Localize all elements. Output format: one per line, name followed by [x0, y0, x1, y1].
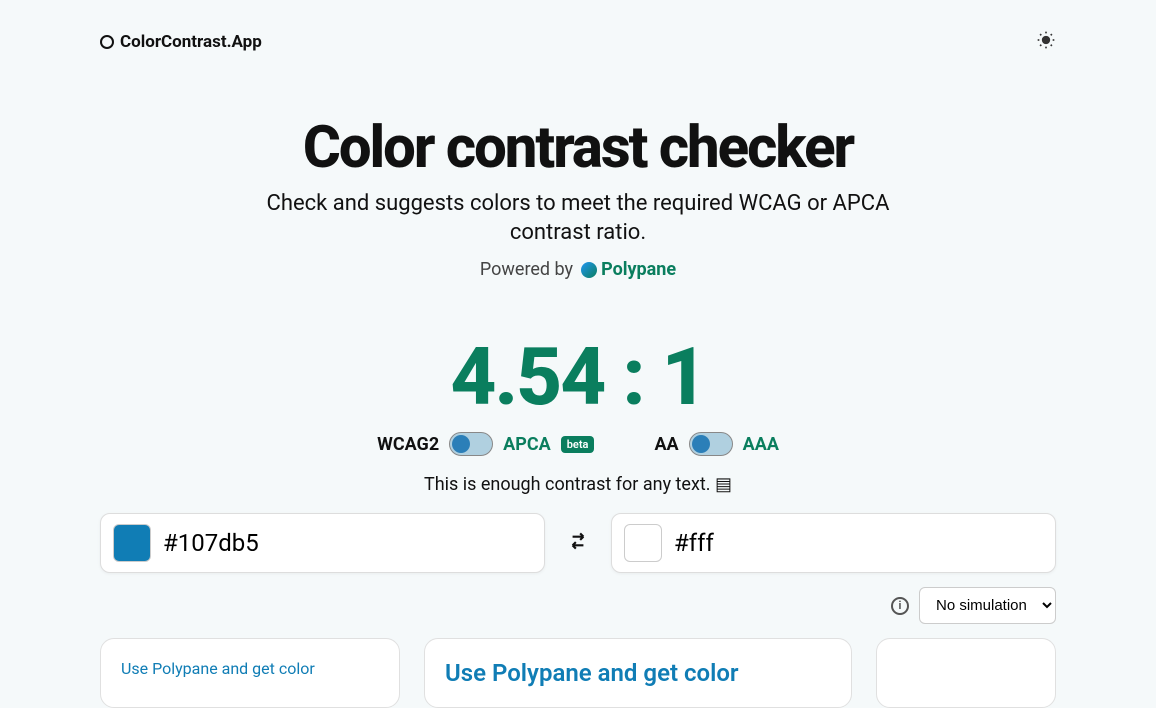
wcag2-label: WCAG2 — [377, 434, 439, 455]
app-logo[interactable]: ColorContrast.App — [100, 32, 262, 52]
preview-card-small: Use Polypane and get color — [100, 638, 400, 708]
algorithm-toggle-group: WCAG2 APCA beta — [377, 432, 594, 456]
background-color-field[interactable] — [611, 513, 1056, 573]
powered-by: Powered by Polypane — [0, 259, 1156, 280]
algorithm-toggle[interactable] — [449, 432, 493, 456]
page-subtitle: Check and suggests colors to meet the re… — [228, 190, 928, 247]
aaa-label: AAA — [743, 434, 779, 455]
swap-colors-button[interactable] — [565, 528, 591, 558]
powered-by-text: Powered by — [480, 259, 573, 280]
foreground-input[interactable] — [163, 529, 532, 557]
level-toggle-group: AA AAA — [654, 432, 778, 456]
sun-icon — [1036, 30, 1056, 50]
preview-card-side — [876, 638, 1056, 708]
preview-text-large: Use Polypane and get color — [445, 659, 739, 687]
polypane-link[interactable]: Polypane — [581, 259, 676, 280]
polypane-icon — [581, 262, 597, 278]
contrast-icon — [100, 35, 114, 49]
apca-label: APCA — [503, 434, 551, 455]
simulation-select[interactable]: No simulation — [919, 587, 1056, 624]
status-text: This is enough contrast for any text. — [424, 474, 711, 495]
background-input[interactable] — [674, 529, 1043, 557]
polypane-label: Polypane — [601, 259, 676, 280]
app-name: ColorContrast.App — [120, 32, 262, 52]
text-size-icon: ▤ — [715, 474, 732, 495]
info-icon[interactable]: i — [891, 597, 909, 615]
preview-card-large: Use Polypane and get color — [424, 638, 852, 708]
preview-text-small: Use Polypane and get color — [121, 659, 315, 678]
background-swatch[interactable] — [624, 524, 662, 562]
page-title: Color contrast checker — [0, 114, 1156, 182]
level-toggle[interactable] — [689, 432, 733, 456]
aa-label: AA — [654, 434, 678, 455]
theme-toggle[interactable] — [1036, 30, 1056, 54]
beta-badge: beta — [561, 436, 595, 453]
swap-icon — [565, 528, 591, 554]
foreground-swatch[interactable] — [113, 524, 151, 562]
foreground-color-field[interactable] — [100, 513, 545, 573]
contrast-ratio: 4.54 : 1 — [0, 330, 1156, 424]
